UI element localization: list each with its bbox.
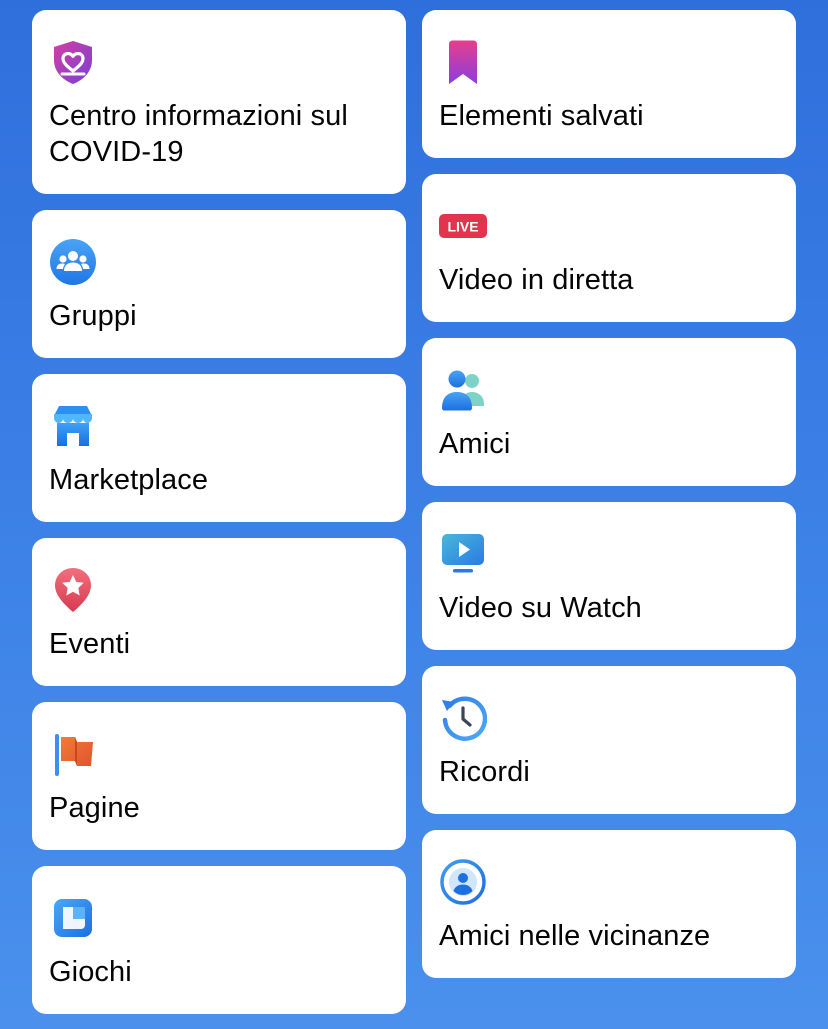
shortcut-covid-info-center[interactable]: Centro informazioni sul COVID-19 — [32, 10, 406, 194]
shortcut-label: Centro informazioni sul COVID-19 — [49, 100, 348, 168]
shortcut-label: Amici — [439, 428, 511, 460]
memories-clock-icon — [439, 694, 487, 742]
shortcut-label: Pagine — [49, 792, 140, 824]
covid-shield-heart-icon — [49, 38, 97, 86]
shortcut-pages[interactable]: Pagine — [32, 702, 406, 850]
shortcut-label: Marketplace — [49, 464, 209, 496]
shortcuts-right-column: Elementi salvati LIVE Video in diretta A… — [422, 10, 796, 978]
shortcut-groups[interactable]: Gruppi — [32, 210, 406, 358]
marketplace-shop-icon — [49, 402, 97, 450]
saved-bookmark-icon — [439, 38, 487, 86]
shortcut-label: Ricordi — [439, 756, 530, 788]
shortcuts-left-column: Centro informazioni sul COVID-19 Gruppi … — [32, 10, 406, 1014]
shortcut-label: Giochi — [49, 956, 132, 988]
shortcut-label: Elementi salvati — [439, 100, 644, 132]
watch-video-icon — [439, 530, 487, 578]
shortcut-watch-video[interactable]: Video su Watch — [422, 502, 796, 650]
shortcut-label: Video in diretta — [439, 264, 634, 296]
shortcut-friends[interactable]: Amici — [422, 338, 796, 486]
friends-icon — [439, 366, 487, 414]
shortcut-saved[interactable]: Elementi salvati — [422, 10, 796, 158]
shortcut-label: Eventi — [49, 628, 131, 660]
games-icon — [49, 894, 97, 942]
shortcut-label: Gruppi — [49, 300, 137, 332]
shortcut-label: Video su Watch — [439, 592, 642, 624]
nearby-friends-icon — [439, 858, 487, 906]
live-badge-icon: LIVE — [439, 202, 487, 250]
shortcut-memories[interactable]: Ricordi — [422, 666, 796, 814]
pages-flag-icon — [49, 730, 97, 778]
shortcut-marketplace[interactable]: Marketplace — [32, 374, 406, 522]
shortcut-games[interactable]: Giochi — [32, 866, 406, 1014]
shortcut-nearby-friends[interactable]: Amici nelle vicinanze — [422, 830, 796, 978]
live-badge-text: LIVE — [447, 219, 478, 235]
groups-icon — [49, 238, 97, 286]
shortcut-events[interactable]: Eventi — [32, 538, 406, 686]
shortcut-label: Amici nelle vicinanze — [439, 920, 711, 952]
events-star-pin-icon — [49, 566, 97, 614]
shortcut-live-video[interactable]: LIVE Video in diretta — [422, 174, 796, 322]
